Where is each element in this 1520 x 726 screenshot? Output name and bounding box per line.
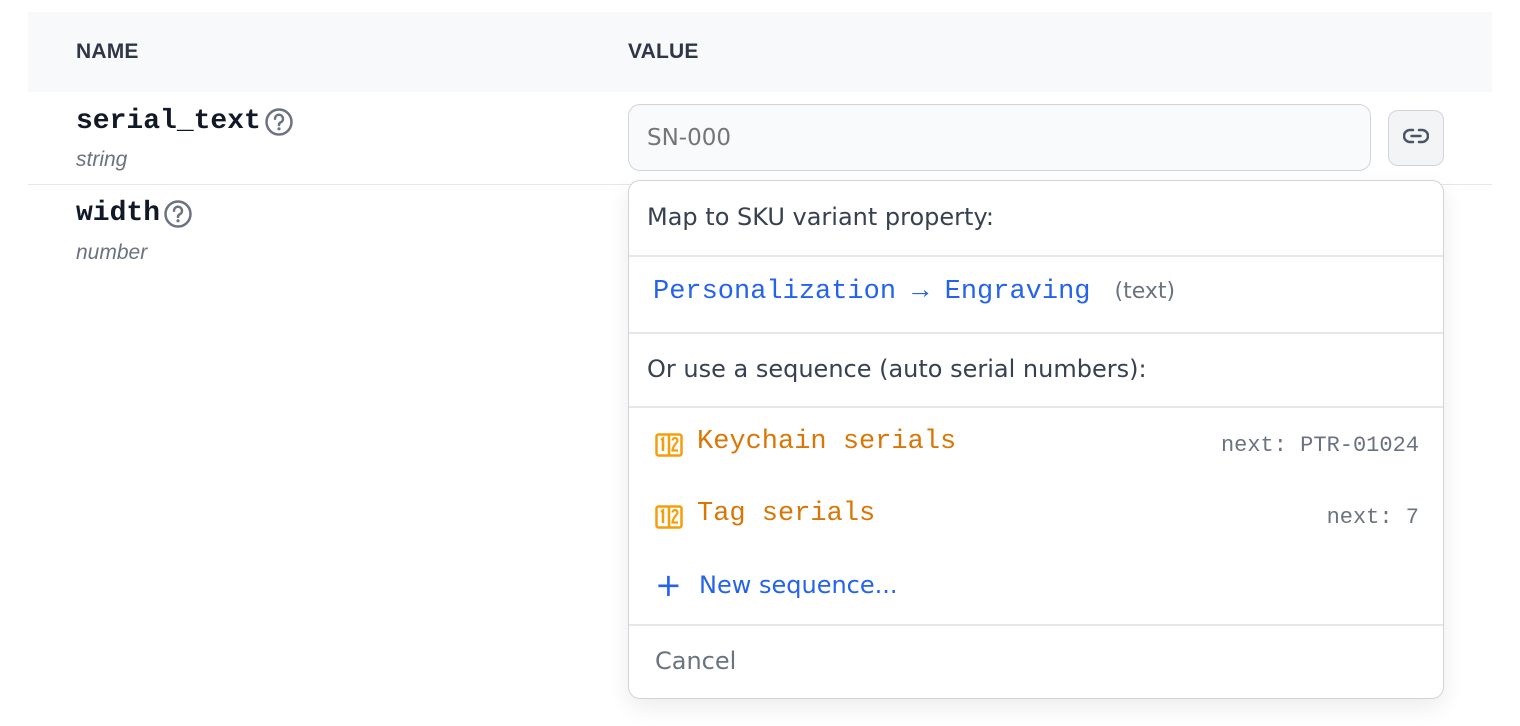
divider <box>629 406 1443 408</box>
question-circle-icon[interactable] <box>163 199 193 229</box>
sequence-label: Tag serials <box>697 499 876 529</box>
sequence-next-value: next: PTR-01024 <box>1220 433 1419 458</box>
cancel-button[interactable]: Cancel <box>655 647 736 675</box>
divider <box>629 332 1443 334</box>
question-circle-icon[interactable] <box>264 107 294 137</box>
property-name: width <box>76 198 193 229</box>
property-type: number <box>76 241 148 264</box>
plus-icon: + <box>655 566 682 604</box>
divider <box>629 624 1443 626</box>
property-name: serial_text <box>76 106 294 137</box>
variant-option-type: (text) <box>1114 279 1176 304</box>
property-type: string <box>76 148 128 171</box>
variant-option-label: Personalization → Engraving <box>653 277 1091 307</box>
sequence-item-keychain[interactable]: Keychain serials next: PTR-01024 <box>629 417 1443 473</box>
mapping-dropdown: Map to SKU variant property: Personaliza… <box>628 180 1444 699</box>
column-header-value: VALUE <box>628 40 699 63</box>
column-header-name: NAME <box>76 40 139 63</box>
property-name-label: width <box>76 198 161 229</box>
property-name-label: serial_text <box>76 106 261 137</box>
sequence-next-value: next: 7 <box>1326 505 1419 530</box>
sequence-item-tag[interactable]: Tag serials next: 7 <box>629 489 1443 545</box>
new-sequence-button[interactable]: + New sequence... <box>655 566 898 604</box>
link-icon <box>1402 128 1430 149</box>
table-header: NAME VALUE <box>28 12 1492 92</box>
link-button[interactable] <box>1388 110 1444 166</box>
sequence-numbers-icon <box>655 433 683 457</box>
sequence-label: Keychain serials <box>697 427 957 457</box>
divider <box>629 255 1443 257</box>
sequence-numbers-icon <box>655 505 683 529</box>
table-row-serial-text: serial_text string <box>28 92 1492 185</box>
new-sequence-label: New sequence... <box>699 571 898 599</box>
variant-heading: Map to SKU variant property: <box>647 203 995 231</box>
sequence-heading: Or use a sequence (auto serial numbers): <box>647 355 1147 383</box>
serial-text-value-input[interactable] <box>628 104 1371 171</box>
variant-option-engraving[interactable]: Personalization → Engraving (text) <box>653 277 1175 307</box>
